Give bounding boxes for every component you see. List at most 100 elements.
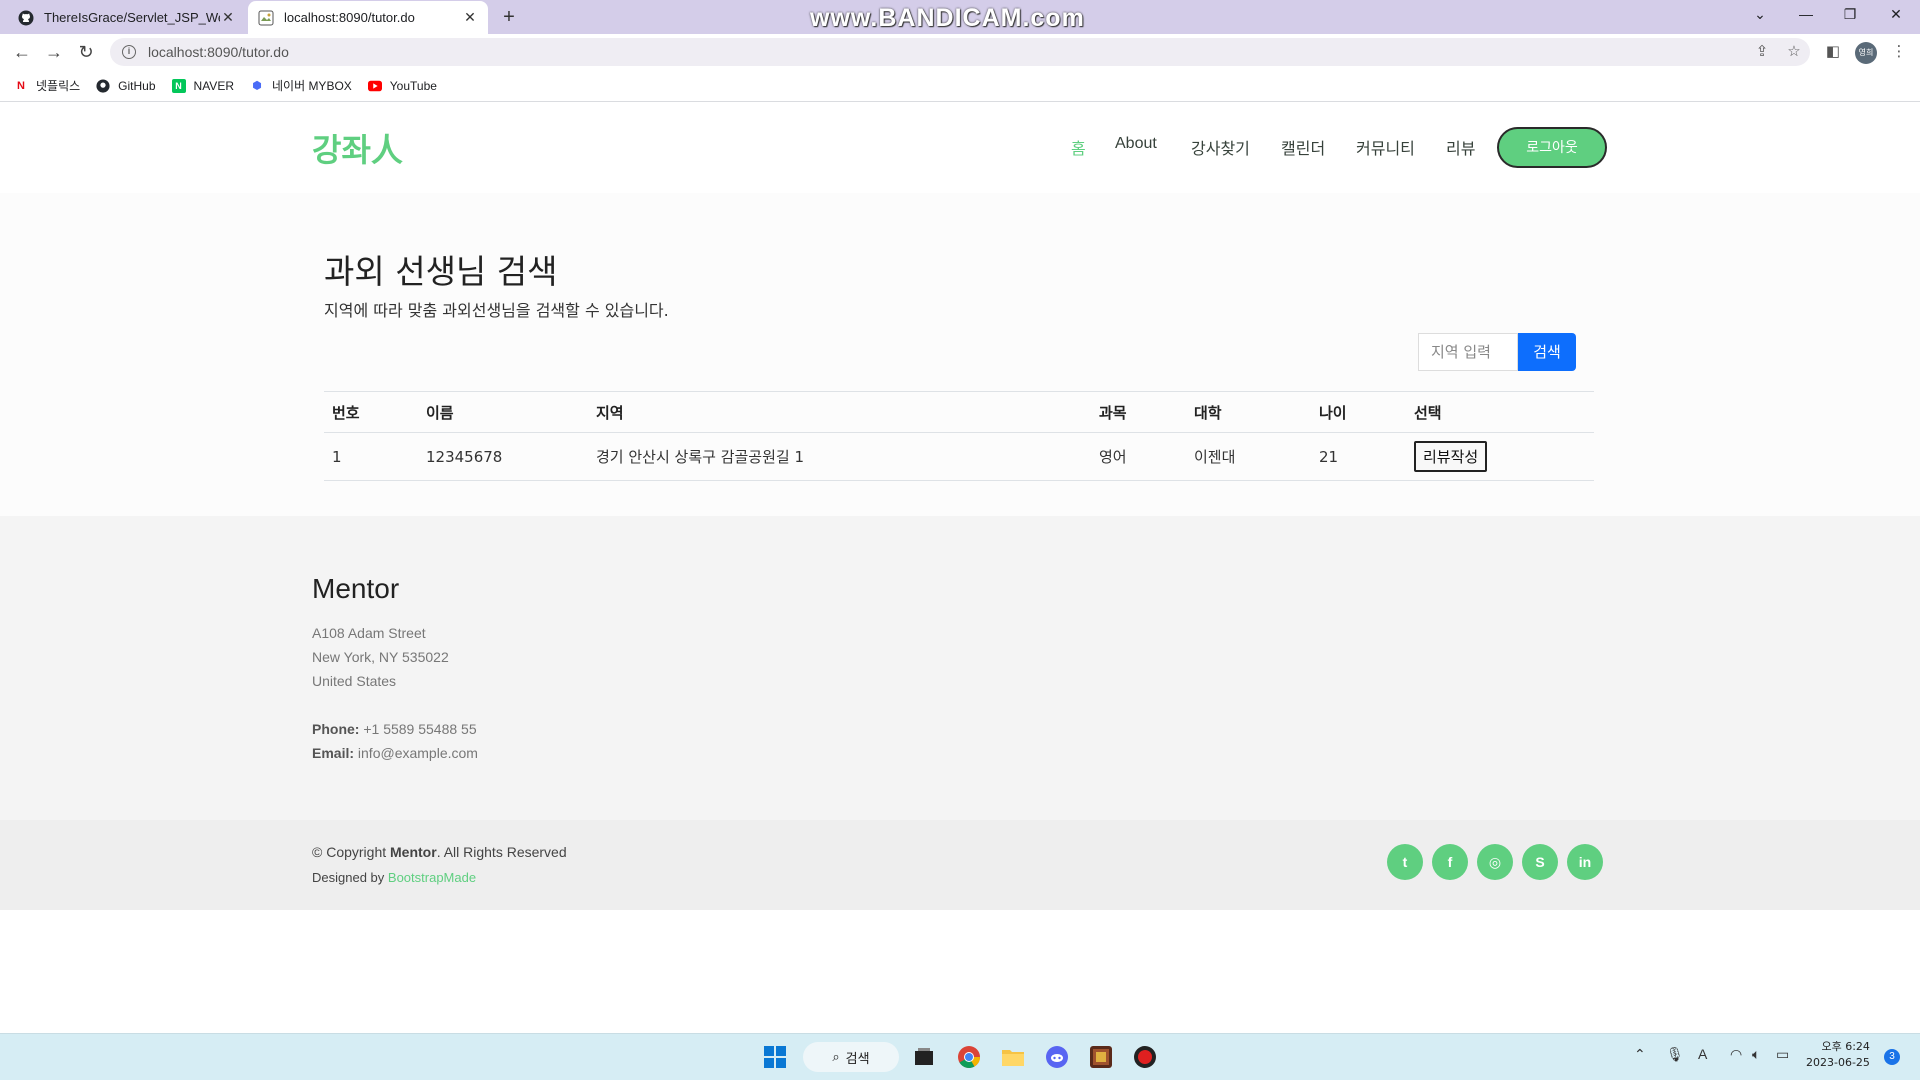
taskbar-search[interactable]: ⌕ 검색: [803, 1042, 899, 1072]
address-bar[interactable]: i localhost:8090/tutor.do: [110, 38, 1810, 66]
footer-brand: Mentor: [312, 573, 400, 604]
bandicam-record-icon[interactable]: [1130, 1042, 1160, 1072]
site-header: 강좌人 홈 About 강사찾기 캘린더 커뮤니티 리뷰 로그아웃: [0, 103, 1920, 193]
browser-toolbar: ← → ↻ i localhost:8090/tutor.do ⇪ ☆ ◧ ⋮: [0, 34, 1920, 70]
forward-icon[interactable]: →: [42, 40, 66, 64]
star-icon[interactable]: ☆: [1784, 42, 1804, 62]
discord-icon[interactable]: [1042, 1042, 1072, 1072]
battery-icon[interactable]: ▭: [1776, 1046, 1789, 1063]
wifi-icon[interactable]: ◠: [1730, 1046, 1742, 1063]
facebook-icon[interactable]: f: [1432, 844, 1468, 880]
col-number: 번호: [324, 391, 418, 433]
footer-bottom: © Copyright Mentor. All Rights Reserved …: [0, 820, 1920, 910]
bookmark-label: YouTube: [389, 78, 437, 93]
microphone-icon[interactable]: 🎙︎: [1666, 1046, 1684, 1063]
skype-icon[interactable]: S: [1522, 844, 1558, 880]
share-icon[interactable]: ⇪: [1752, 42, 1772, 62]
reload-icon[interactable]: ↻: [74, 40, 98, 64]
recording-watermark: www.BANDICAM.com: [810, 4, 1085, 32]
close-window-icon[interactable]: ✕: [1876, 0, 1916, 30]
table-row: 1 12345678 경기 안산시 상록구 감골공원길 1 영어 이젠대 21 …: [324, 432, 1594, 481]
system-clock[interactable]: 오후 6:24 2023-06-25: [1806, 1039, 1870, 1071]
cell-university: 이젠대: [1186, 432, 1311, 481]
footer-phone: Phone: +1 5589 55488 55: [312, 721, 477, 737]
volume-icon[interactable]: 🔈︎: [1752, 1046, 1760, 1063]
col-region: 지역: [588, 391, 1091, 433]
mybox-icon: ⬢: [252, 80, 262, 92]
page-subtitle: 지역에 따라 맞춤 과외선생님을 검색할 수 있습니다.: [324, 301, 669, 320]
email-value: info@example.com: [357, 745, 478, 761]
file-explorer-icon[interactable]: [998, 1042, 1028, 1072]
copyright: © Copyright Mentor. All Rights Reserved: [312, 844, 567, 860]
cell-name: 12345678: [418, 432, 588, 481]
logout-button[interactable]: 로그아웃: [1497, 127, 1607, 168]
close-icon[interactable]: ✕: [220, 9, 236, 26]
new-tab-button[interactable]: +: [498, 6, 520, 28]
col-age: 나이: [1311, 391, 1406, 433]
write-review-button[interactable]: 리뷰작성: [1414, 441, 1488, 472]
bookmark-youtube[interactable]: YouTube: [367, 78, 437, 93]
col-university: 대학: [1186, 391, 1311, 433]
cell-select: 리뷰작성: [1406, 432, 1594, 481]
cell-subject: 영어: [1091, 432, 1186, 481]
twitter-icon[interactable]: t: [1387, 844, 1423, 880]
bookmark-github[interactable]: GitHub: [96, 78, 156, 93]
col-select: 선택: [1406, 391, 1594, 433]
url-text: localhost:8090/tutor.do: [148, 44, 289, 60]
notification-badge[interactable]: 3: [1884, 1049, 1900, 1065]
nav-find-tutor[interactable]: 강사찾기: [1191, 135, 1250, 159]
close-icon[interactable]: ✕: [462, 9, 478, 26]
ime-indicator[interactable]: A: [1698, 1046, 1707, 1062]
github-icon: [18, 10, 34, 26]
nav-home[interactable]: 홈: [1071, 135, 1086, 159]
minimize-icon[interactable]: —: [1786, 0, 1826, 30]
bookmark-netflix[interactable]: N 넷플릭스: [14, 77, 80, 94]
linkedin-icon[interactable]: in: [1567, 844, 1603, 880]
tray-chevron-icon[interactable]: ⌃: [1634, 1046, 1646, 1063]
restore-icon[interactable]: ❐: [1830, 0, 1870, 30]
page-title: 과외 선생님 검색: [324, 252, 558, 291]
info-icon[interactable]: i: [122, 45, 136, 59]
nav-calendar[interactable]: 캘린더: [1281, 135, 1325, 159]
tab-github[interactable]: ThereIsGrace/Servlet_JSP_WebS ✕: [8, 1, 246, 34]
youtube-icon: [367, 79, 382, 93]
footer-address-line: A108 Adam Street: [312, 625, 426, 641]
bookmark-mybox[interactable]: ⬢ 네이버 MYBOX: [250, 77, 352, 94]
nav-review[interactable]: 리뷰: [1446, 135, 1475, 159]
table-header-row: 번호 이름 지역 과목 대학 나이 선택: [324, 391, 1594, 433]
netflix-icon: N: [17, 79, 25, 92]
footer-contact: Mentor A108 Adam Street New York, NY 535…: [0, 516, 1920, 820]
clock-date: 2023-06-25: [1806, 1056, 1870, 1069]
task-view-icon[interactable]: [909, 1042, 939, 1072]
nav-about[interactable]: About: [1115, 135, 1157, 153]
menu-icon[interactable]: ⋮: [1889, 42, 1909, 62]
chrome-icon[interactable]: [954, 1042, 984, 1072]
email-label: Email:: [312, 745, 355, 761]
designed-prefix: Designed by: [312, 870, 385, 885]
side-panel-icon[interactable]: ◧: [1823, 42, 1843, 62]
profile-avatar[interactable]: 영희: [1855, 42, 1877, 64]
footer-email: Email: info@example.com: [312, 745, 478, 761]
instagram-icon[interactable]: ◎: [1477, 844, 1513, 880]
site-logo[interactable]: 강좌人: [312, 125, 403, 171]
taskbar: ⌕ 검색 ⌃ 🎙︎ A ◠ 🔈︎ ▭ 오후 6:24 2023-06-25 3: [0, 1033, 1920, 1080]
search-button[interactable]: 검색: [1518, 333, 1576, 371]
tab-tutor[interactable]: localhost:8090/tutor.do ✕: [248, 1, 488, 34]
page-icon: [258, 10, 274, 26]
footer-address-line: United States: [312, 673, 397, 689]
nav-community[interactable]: 커뮤니티: [1356, 135, 1415, 159]
tab-title: localhost:8090/tutor.do: [284, 10, 415, 25]
windows-start-icon[interactable]: [760, 1042, 790, 1072]
github-icon: [96, 78, 110, 93]
clock-time: 오후 6:24: [1821, 1040, 1870, 1053]
region-search-input[interactable]: [1418, 333, 1518, 371]
bookmarks-bar: N 넷플릭스 GitHub N NAVER ⬢ 네이버 MYBOX YouTub…: [0, 70, 1920, 102]
bookmark-label: 네이버 MYBOX: [271, 79, 352, 93]
bookmark-naver[interactable]: N NAVER: [171, 78, 234, 93]
bootstrapmade-link[interactable]: BootstrapMade: [388, 870, 476, 885]
back-icon[interactable]: ←: [10, 40, 34, 64]
cell-number: 1: [324, 432, 418, 481]
tab-search-icon[interactable]: ⌄: [1740, 0, 1780, 30]
designed-by: Designed by BootstrapMade: [312, 870, 476, 885]
game-app-icon[interactable]: [1086, 1042, 1116, 1072]
